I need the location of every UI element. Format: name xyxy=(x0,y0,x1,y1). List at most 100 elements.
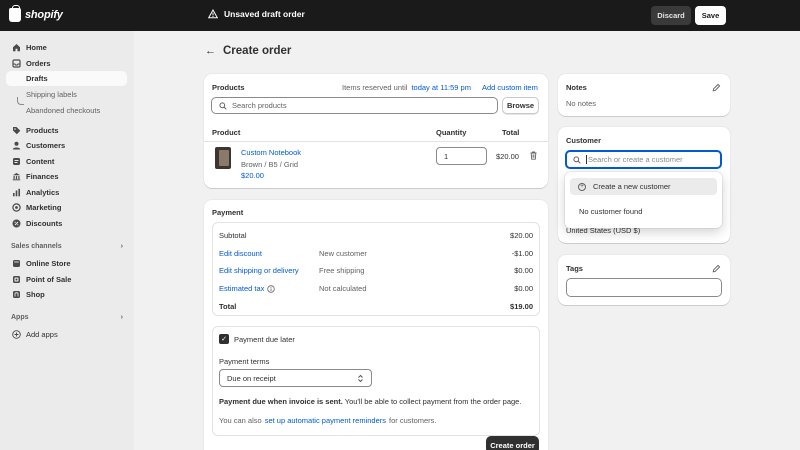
product-search-input[interactable]: Search products xyxy=(211,97,498,114)
person-icon xyxy=(12,141,21,149)
payment-row-label: Total xyxy=(219,302,237,311)
sales-channels-header[interactable]: Sales channels › xyxy=(11,243,123,250)
reminder-prefix: You can also xyxy=(219,416,262,425)
create-order-button[interactable]: Create order xyxy=(486,436,539,450)
column-header-total: Total xyxy=(502,128,520,137)
apps-header[interactable]: Apps › xyxy=(11,314,123,321)
sidebar-item-finances[interactable]: Finances xyxy=(6,169,127,183)
sidebar-item-customers[interactable]: Customers xyxy=(6,138,127,152)
payment-row-subtotal: Subtotal $20.00 xyxy=(219,231,533,240)
sidebar-item-home[interactable]: Home xyxy=(6,40,127,54)
estimated-tax-link[interactable]: Estimated tax xyxy=(219,284,264,293)
payment-row-value: $0.00 xyxy=(514,266,533,275)
payment-due-bold: Payment due when invoice is sent. xyxy=(219,397,343,406)
content-icon xyxy=(13,157,20,165)
sidebar-item-label: Analytics xyxy=(26,187,60,197)
sidebar-item-discounts[interactable]: Discounts xyxy=(6,216,127,230)
payment-reminders-link[interactable]: set up automatic payment reminders xyxy=(265,416,386,425)
edit-notes-pencil-icon[interactable] xyxy=(712,83,721,92)
sales-channels-label: Sales channels xyxy=(11,243,62,250)
customer-search-placeholder: Search or create a customer xyxy=(588,155,683,164)
add-custom-item-link[interactable]: Add custom item xyxy=(482,83,538,92)
reserved-info: Items reserved until today at 11:59 pm xyxy=(342,83,471,92)
notes-title: Notes xyxy=(566,83,587,92)
customer-search-input[interactable]: Search or create a customer xyxy=(565,150,722,169)
product-name-link[interactable]: Custom Notebook xyxy=(241,148,301,157)
payment-row-note: Not calculated xyxy=(319,284,367,293)
sidebar-item-label: Add apps xyxy=(26,329,58,339)
payment-terms-select[interactable]: Due on receipt xyxy=(219,369,372,387)
sidebar-item-content[interactable]: Content xyxy=(6,154,127,168)
sidebar-item-label: Customers xyxy=(26,140,66,150)
edit-tags-pencil-icon[interactable] xyxy=(712,264,721,273)
sidebar-item-shop[interactable]: Shop xyxy=(6,287,127,301)
sidebar-item-label: Discounts xyxy=(26,218,63,228)
product-search-placeholder: Search products xyxy=(232,101,287,110)
sidebar-item-label: Marketing xyxy=(26,202,62,212)
product-price-link[interactable]: $20.00 xyxy=(241,171,264,180)
payment-due-later-label: Payment due later xyxy=(234,335,295,344)
sidebar-item-marketing[interactable]: Marketing xyxy=(6,200,127,214)
brand-name: shopify xyxy=(25,9,63,21)
sidebar-item-abandoned-checkouts[interactable]: Abandoned checkouts xyxy=(26,106,100,115)
column-header-quantity: Quantity xyxy=(436,128,467,137)
info-icon[interactable] xyxy=(267,284,276,293)
shopify-bag-icon xyxy=(9,5,21,22)
reserved-time-link[interactable]: today at 11:59 pm xyxy=(411,83,470,92)
discount-icon xyxy=(12,219,21,227)
quantity-input[interactable]: 1 xyxy=(436,147,487,165)
browse-button[interactable]: Browse xyxy=(502,97,539,114)
sidebar-item-online-store[interactable]: Online Store xyxy=(6,256,127,270)
unsaved-status: Unsaved draft order xyxy=(208,9,305,19)
apps-label: Apps xyxy=(11,314,29,321)
orders-icon xyxy=(12,58,21,68)
tags-title: Tags xyxy=(566,264,583,273)
product-thumbnail xyxy=(215,147,231,169)
payment-row-note: Free shipping xyxy=(319,266,365,275)
save-button[interactable]: Save xyxy=(695,6,726,25)
notes-empty-text: No notes xyxy=(566,99,597,108)
payment-row-value: -$1.00 xyxy=(511,249,533,258)
sidebar-item-shipping-labels[interactable]: Shipping labels xyxy=(26,90,77,99)
sidebar-item-label: Point of Sale xyxy=(26,274,72,284)
edit-shipping-link[interactable]: Edit shipping or delivery xyxy=(219,266,319,275)
sidebar-item-analytics[interactable]: Analytics xyxy=(6,185,127,199)
top-bar: shopify Unsaved draft order Discard Save xyxy=(0,0,800,31)
sidebar-item-label: Online Store xyxy=(26,258,71,268)
payment-row-label: Subtotal xyxy=(219,231,247,240)
payment-reminder-text: You can also set up automatic payment re… xyxy=(219,416,437,425)
chevron-right-icon: › xyxy=(120,314,123,321)
payment-row-note xyxy=(319,231,510,240)
create-new-customer-label: Create a new customer xyxy=(593,182,671,191)
create-new-customer-option[interactable]: + Create a new customer xyxy=(570,178,717,195)
payment-row-tax: Estimated tax Not calculated $0.00 xyxy=(219,284,533,293)
payment-due-later-checkbox[interactable]: ✓ xyxy=(219,334,229,344)
page-title: Create order xyxy=(223,45,292,57)
subnav-branch-line xyxy=(17,97,24,105)
warning-icon xyxy=(208,9,218,19)
sidebar-item-orders[interactable]: Orders xyxy=(6,56,127,70)
back-arrow-icon[interactable]: ← xyxy=(205,45,216,57)
sidebar-item-label: Home xyxy=(26,42,47,52)
customer-title: Customer xyxy=(566,136,602,145)
edit-discount-link[interactable]: Edit discount xyxy=(219,249,319,258)
sidebar-item-products[interactable]: Products xyxy=(6,123,127,137)
tags-input[interactable] xyxy=(566,278,722,297)
store-icon xyxy=(13,259,20,267)
sidebar-item-point-of-sale[interactable]: Point of Sale xyxy=(6,272,127,286)
search-icon xyxy=(573,155,581,164)
shop-icon xyxy=(13,290,20,298)
payment-row-shipping: Edit shipping or delivery Free shipping … xyxy=(219,266,533,275)
page-header: ← Create order xyxy=(205,45,291,57)
sidebar-item-drafts[interactable]: Drafts xyxy=(6,71,127,86)
discard-button[interactable]: Discard xyxy=(651,6,691,25)
shopify-logo[interactable]: shopify xyxy=(9,5,63,22)
customer-search-dropdown: + Create a new customer No customer foun… xyxy=(565,172,722,228)
sidebar-item-label: Finances xyxy=(26,171,59,181)
search-icon xyxy=(219,101,227,110)
plus-circle-icon: + xyxy=(578,182,586,191)
chart-icon xyxy=(13,188,20,196)
sidebar-item-add-apps[interactable]: Add apps xyxy=(6,327,127,341)
pos-icon xyxy=(13,275,20,283)
delete-icon[interactable] xyxy=(529,151,538,160)
